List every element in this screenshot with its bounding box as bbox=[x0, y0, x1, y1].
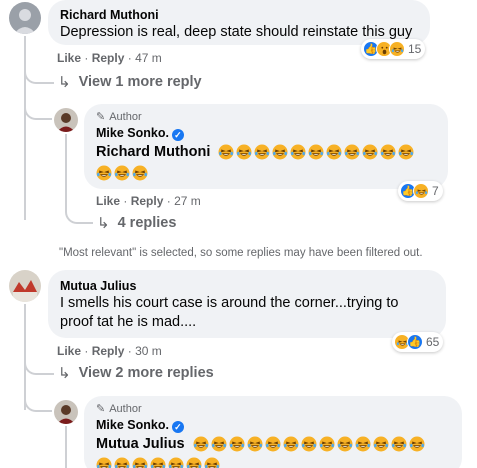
laughing-emoji-icon bbox=[362, 144, 378, 160]
comment-text-line-2: proof tat he is mad.... bbox=[60, 314, 197, 330]
laughing-emoji-icon bbox=[96, 165, 112, 181]
laughing-emoji-icon bbox=[211, 436, 227, 452]
reaction-count: 15 bbox=[408, 42, 422, 56]
laughing-emoji-icon bbox=[132, 165, 148, 181]
emoji-row bbox=[96, 165, 148, 181]
laughing-emoji-icon bbox=[398, 144, 414, 160]
laughing-emoji-icon bbox=[218, 144, 234, 160]
view-more-replies-button[interactable]: ↳ View 2 more replies bbox=[58, 364, 214, 382]
comment-author[interactable]: Richard Muthoni bbox=[60, 7, 418, 23]
filter-notice: "Most relevant" is selected, so some rep… bbox=[59, 247, 423, 259]
thread-connector bbox=[65, 204, 93, 224]
thread-line bbox=[65, 134, 67, 208]
avatar-mutua-julius[interactable] bbox=[9, 270, 41, 302]
like-button[interactable]: Like bbox=[57, 344, 81, 358]
laughing-emoji-icon bbox=[114, 457, 130, 468]
view-more-replies-button[interactable]: ↳ View 1 more reply bbox=[58, 73, 202, 91]
thread-connector bbox=[24, 102, 52, 120]
laughing-emoji-icon bbox=[236, 144, 252, 160]
haha-reaction-icon bbox=[413, 183, 429, 199]
laughing-emoji-icon bbox=[204, 457, 220, 468]
thread-connector bbox=[24, 353, 54, 375]
comment-author[interactable]: Mutua Julius bbox=[60, 278, 434, 294]
laughing-emoji-icon bbox=[290, 144, 306, 160]
comment-bubble: Mutua Julius I smells his court case is … bbox=[48, 270, 446, 338]
laughing-emoji-icon bbox=[96, 457, 112, 468]
laughing-emoji-icon bbox=[409, 436, 425, 452]
reply-button[interactable]: Reply bbox=[92, 51, 125, 65]
laughing-emoji-icon bbox=[301, 436, 317, 452]
laughing-emoji-icon bbox=[132, 457, 148, 468]
avatar-mike-sonko[interactable] bbox=[54, 108, 78, 132]
verified-badge-icon: ✓ bbox=[171, 129, 184, 141]
comment-actions: Like · Reply · 30 m bbox=[57, 344, 162, 358]
emoji-row bbox=[96, 457, 220, 468]
laughing-emoji-icon bbox=[150, 457, 166, 468]
reply-text: Richard Muthoni bbox=[96, 143, 436, 162]
reply-arrow-icon: ↳ bbox=[97, 215, 110, 232]
laughing-emoji-icon bbox=[265, 436, 281, 452]
emoji-row bbox=[218, 144, 414, 160]
reaction-summary[interactable]: 👍 15 bbox=[361, 39, 426, 59]
timestamp[interactable]: 47 m bbox=[135, 51, 162, 65]
like-button[interactable]: Like bbox=[96, 194, 120, 208]
author-tag: ✎ Author bbox=[96, 402, 142, 416]
reply-actions: Like · Reply · 27 m bbox=[96, 194, 201, 208]
reply-text: Mutua Julius bbox=[96, 435, 450, 454]
comment-text: Depression is real, deep state should re… bbox=[60, 24, 413, 40]
comment-actions: Like · Reply · 47 m bbox=[57, 51, 162, 65]
laughing-emoji-icon bbox=[283, 436, 299, 452]
laughing-emoji-icon bbox=[114, 165, 130, 181]
reply-author[interactable]: Mike Sonko. bbox=[96, 126, 169, 140]
thread-line bbox=[65, 426, 67, 468]
comment-text-line-1: I smells his court case is around the co… bbox=[60, 295, 399, 311]
view-replies-button[interactable]: ↳ 4 replies bbox=[97, 214, 176, 232]
reply-arrow-icon: ↳ bbox=[58, 365, 71, 382]
reaction-summary[interactable]: 👍 7 bbox=[398, 181, 443, 201]
pencil-icon: ✎ bbox=[96, 111, 106, 123]
laughing-emoji-icon bbox=[380, 144, 396, 160]
avatar-richard-muthoni[interactable] bbox=[9, 2, 41, 34]
reaction-count: 65 bbox=[426, 335, 440, 349]
like-reaction-icon: 👍 bbox=[407, 334, 423, 350]
reaction-summary[interactable]: 👍 65 bbox=[392, 332, 444, 352]
laughing-emoji-icon bbox=[344, 144, 360, 160]
like-button[interactable]: Like bbox=[57, 51, 81, 65]
laughing-emoji-icon bbox=[391, 436, 407, 452]
reply-bubble: ✎ Author Mike Sonko. ✓ Richard Muthoni bbox=[84, 104, 448, 189]
laughing-emoji-icon bbox=[247, 436, 263, 452]
laughing-emoji-icon bbox=[337, 436, 353, 452]
laughing-emoji-icon bbox=[272, 144, 288, 160]
laughing-emoji-icon bbox=[373, 436, 389, 452]
author-tag: ✎ Author bbox=[96, 110, 142, 124]
reply-button[interactable]: Reply bbox=[131, 194, 164, 208]
laughing-emoji-icon bbox=[355, 436, 371, 452]
verified-badge-icon: ✓ bbox=[171, 421, 184, 433]
timestamp[interactable]: 27 m bbox=[174, 194, 201, 208]
pencil-icon: ✎ bbox=[96, 403, 106, 415]
emoji-row bbox=[193, 436, 425, 452]
reply-bubble: ✎ Author Mike Sonko. ✓ Mutua Julius bbox=[84, 396, 462, 468]
reply-arrow-icon: ↳ bbox=[58, 74, 71, 91]
laughing-emoji-icon bbox=[186, 457, 202, 468]
mention-link[interactable]: Richard Muthoni bbox=[96, 144, 210, 160]
reply-author[interactable]: Mike Sonko. bbox=[96, 418, 169, 432]
reaction-count: 7 bbox=[432, 184, 439, 198]
laughing-emoji-icon bbox=[308, 144, 324, 160]
laughing-emoji-icon bbox=[326, 144, 342, 160]
thread-connector bbox=[24, 60, 54, 84]
reply-button[interactable]: Reply bbox=[92, 344, 125, 358]
laughing-emoji-icon bbox=[319, 436, 335, 452]
mention-link[interactable]: Mutua Julius bbox=[96, 436, 185, 452]
laughing-emoji-icon bbox=[254, 144, 270, 160]
haha-reaction-icon bbox=[389, 41, 405, 57]
timestamp[interactable]: 30 m bbox=[135, 344, 162, 358]
laughing-emoji-icon bbox=[168, 457, 184, 468]
avatar-mike-sonko[interactable] bbox=[54, 400, 78, 424]
laughing-emoji-icon bbox=[193, 436, 209, 452]
laughing-emoji-icon bbox=[229, 436, 245, 452]
thread-connector bbox=[24, 394, 52, 412]
